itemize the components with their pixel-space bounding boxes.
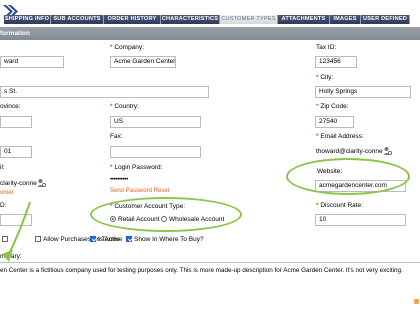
is-active-checkbox[interactable]: Is Active (90, 235, 122, 243)
province-field[interactable] (0, 116, 32, 128)
user-gear-icon[interactable] (383, 146, 392, 156)
address-field[interactable]: s St. (0, 86, 209, 98)
checkbox-checked-icon[interactable] (90, 235, 96, 242)
discount-field[interactable]: 10 (315, 214, 406, 226)
phone-field[interactable]: 01 (0, 146, 32, 158)
login-email-label: il: (0, 164, 5, 171)
tab-customer-types[interactable]: CUSTOMER TYPES (220, 15, 278, 24)
company-field[interactable]: Acme Garden Center (110, 56, 176, 68)
province-label: ovince: (0, 103, 21, 110)
tab-order-history[interactable]: ORDER HISTORY (104, 15, 161, 24)
section-title: formation (0, 30, 30, 37)
first-name-field[interactable]: ward (0, 56, 64, 68)
tab-images[interactable]: IMAGES (330, 15, 361, 24)
tax-id-field[interactable]: 123456 (315, 56, 357, 68)
fax-label: Fax: (110, 133, 123, 140)
tab-attachments[interactable]: ATTACHMENTS (278, 15, 330, 24)
customer-link[interactable]: omer (0, 190, 14, 196)
checkbox-checked-icon[interactable] (126, 235, 132, 242)
company-label: * Company: (110, 44, 144, 51)
login-password-label: * Login Password: (110, 164, 163, 171)
tax-id-label: Tax ID: (316, 44, 337, 51)
annotation-arrow-icon (2, 201, 31, 262)
tab-user-defined[interactable]: USER DEFINED (361, 15, 410, 24)
summary-text: en Center is a fictitious company used f… (0, 267, 403, 274)
zip-field[interactable]: 27540 (315, 116, 354, 128)
show-in-where-to-buy-checkbox[interactable]: Show In Where To Buy? (126, 235, 204, 243)
tab-characteristics[interactable]: CHARACTERISTICS (161, 15, 220, 24)
country-field[interactable]: US (110, 116, 201, 128)
send-password-reset-link[interactable]: Send Password Reset (110, 188, 169, 194)
user-gear-icon[interactable] (37, 178, 46, 188)
tab-shipping-info[interactable]: SHIPPING INFO (4, 15, 51, 24)
city-field[interactable]: Holly Springs (315, 86, 411, 98)
email-label: * Email Address: (316, 133, 364, 140)
tab-sub-accounts[interactable]: SUB ACCOUNTS (51, 15, 104, 24)
summary-textarea[interactable]: en Center is a fictitious company used f… (0, 262, 420, 316)
annotation-ellipse-account-type (90, 197, 242, 232)
annotation-ellipse-website (286, 158, 410, 195)
discount-label: * Discount Rate: (316, 202, 363, 209)
zip-label: * Zip Code: (316, 103, 349, 110)
login-email-value[interactable]: clarity-conne (0, 180, 37, 187)
resize-handle-icon[interactable] (414, 299, 419, 304)
country-label: * Country: (110, 103, 139, 110)
section-header: formation (0, 27, 420, 40)
password-field[interactable]: •••••••••• (110, 177, 128, 183)
city-label: * City: (316, 74, 334, 81)
email-value[interactable]: thoward@clarity-conne (316, 148, 383, 155)
tab-bar: SHIPPING INFO SUB ACCOUNTS ORDER HISTORY… (0, 0, 420, 27)
fax-field[interactable] (110, 146, 201, 158)
